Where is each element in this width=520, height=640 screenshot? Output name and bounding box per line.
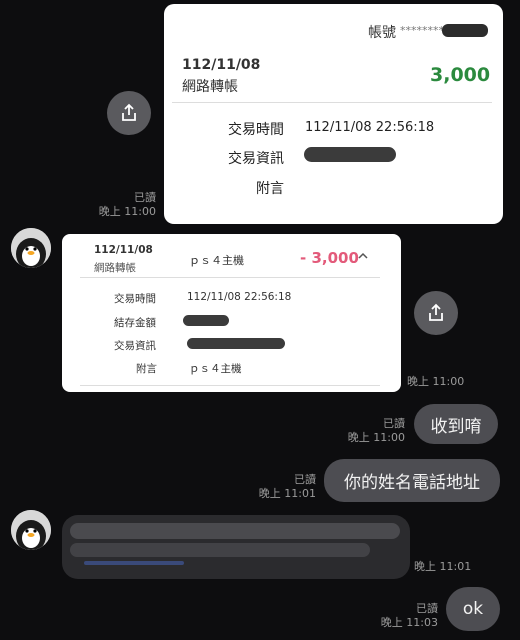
penguin-avatar[interactable] xyxy=(11,510,51,550)
time-value: 112/11/08 22:56:18 xyxy=(187,291,292,303)
time-label: 交易時間 xyxy=(228,122,284,138)
redaction xyxy=(70,543,370,557)
redaction xyxy=(442,24,488,37)
read-status: 已讀 xyxy=(383,417,405,430)
hidden-link xyxy=(84,561,184,565)
time-label: 交易時間 xyxy=(114,293,156,305)
transaction-amount: - 3,000 xyxy=(300,249,359,267)
share-icon xyxy=(122,103,136,121)
message-time: 晚上 11:01 xyxy=(258,487,316,500)
read-status: 已讀 xyxy=(294,473,316,486)
transaction-memo: ｐｓ４主機 xyxy=(189,254,244,267)
divider xyxy=(172,102,492,103)
transaction-type: 網路轉帳 xyxy=(94,262,136,274)
note-value: ｐｓ４主機 xyxy=(189,363,242,375)
account-label: 帳號 xyxy=(368,25,396,41)
transaction-date: 112/11/08 xyxy=(94,244,153,256)
redaction xyxy=(304,147,396,162)
penguin-icon xyxy=(11,228,51,268)
transaction-date: 112/11/08 xyxy=(182,57,261,73)
divider xyxy=(80,385,380,386)
chevron-up-icon[interactable] xyxy=(357,251,369,261)
note-label: 附言 xyxy=(136,363,157,375)
message-time: 晚上 11:00 xyxy=(407,375,465,388)
info-label: 交易資訊 xyxy=(114,340,156,352)
message-bubble[interactable]: 你的姓名電話地址 xyxy=(324,459,500,502)
message-meta: 晚上 11:00 xyxy=(407,375,467,389)
message-time: 晚上 11:01 xyxy=(414,560,472,573)
note-label: 附言 xyxy=(256,181,284,197)
read-status: 已讀 xyxy=(416,602,438,615)
redaction xyxy=(70,523,400,539)
share-button[interactable] xyxy=(414,291,458,335)
message-meta: 已讀 晚上 11:01 xyxy=(240,473,316,501)
redaction xyxy=(183,315,229,326)
share-icon xyxy=(429,303,443,321)
info-label: 交易資訊 xyxy=(228,151,284,167)
share-button[interactable] xyxy=(107,91,151,135)
message-bubble[interactable]: 收到唷 xyxy=(414,404,498,444)
message-meta: 已讀 晚上 11:00 xyxy=(330,417,405,445)
penguin-avatar[interactable] xyxy=(11,228,51,268)
message-meta: 晚上 11:01 xyxy=(414,560,474,574)
receipt-image-2[interactable]: 112/11/08 網路轉帳 ｐｓ４主機 - 3,000 交易時間 112/11… xyxy=(62,234,401,392)
message-bubble[interactable]: ok xyxy=(446,587,500,631)
read-status: 已讀 xyxy=(134,191,156,204)
message-time: 晚上 11:00 xyxy=(98,205,156,218)
message-bubble-redacted[interactable] xyxy=(62,515,410,579)
transaction-amount: 3,000 xyxy=(430,64,491,86)
message-meta: 已讀 晚上 11:00 xyxy=(60,191,156,219)
transaction-type: 網路轉帳 xyxy=(182,79,238,95)
message-meta: 已讀 晚上 11:03 xyxy=(360,602,438,630)
time-value: 112/11/08 22:56:18 xyxy=(305,120,435,135)
message-time: 晚上 11:03 xyxy=(380,616,438,629)
balance-label: 結存金額 xyxy=(114,317,156,329)
message-time: 晚上 11:00 xyxy=(347,431,405,444)
divider xyxy=(80,277,380,278)
penguin-icon xyxy=(11,510,51,550)
receipt-image-1[interactable]: 帳號 ********* 112/11/08 網路轉帳 3,000 交易時間 1… xyxy=(164,4,503,224)
redaction xyxy=(187,338,285,349)
